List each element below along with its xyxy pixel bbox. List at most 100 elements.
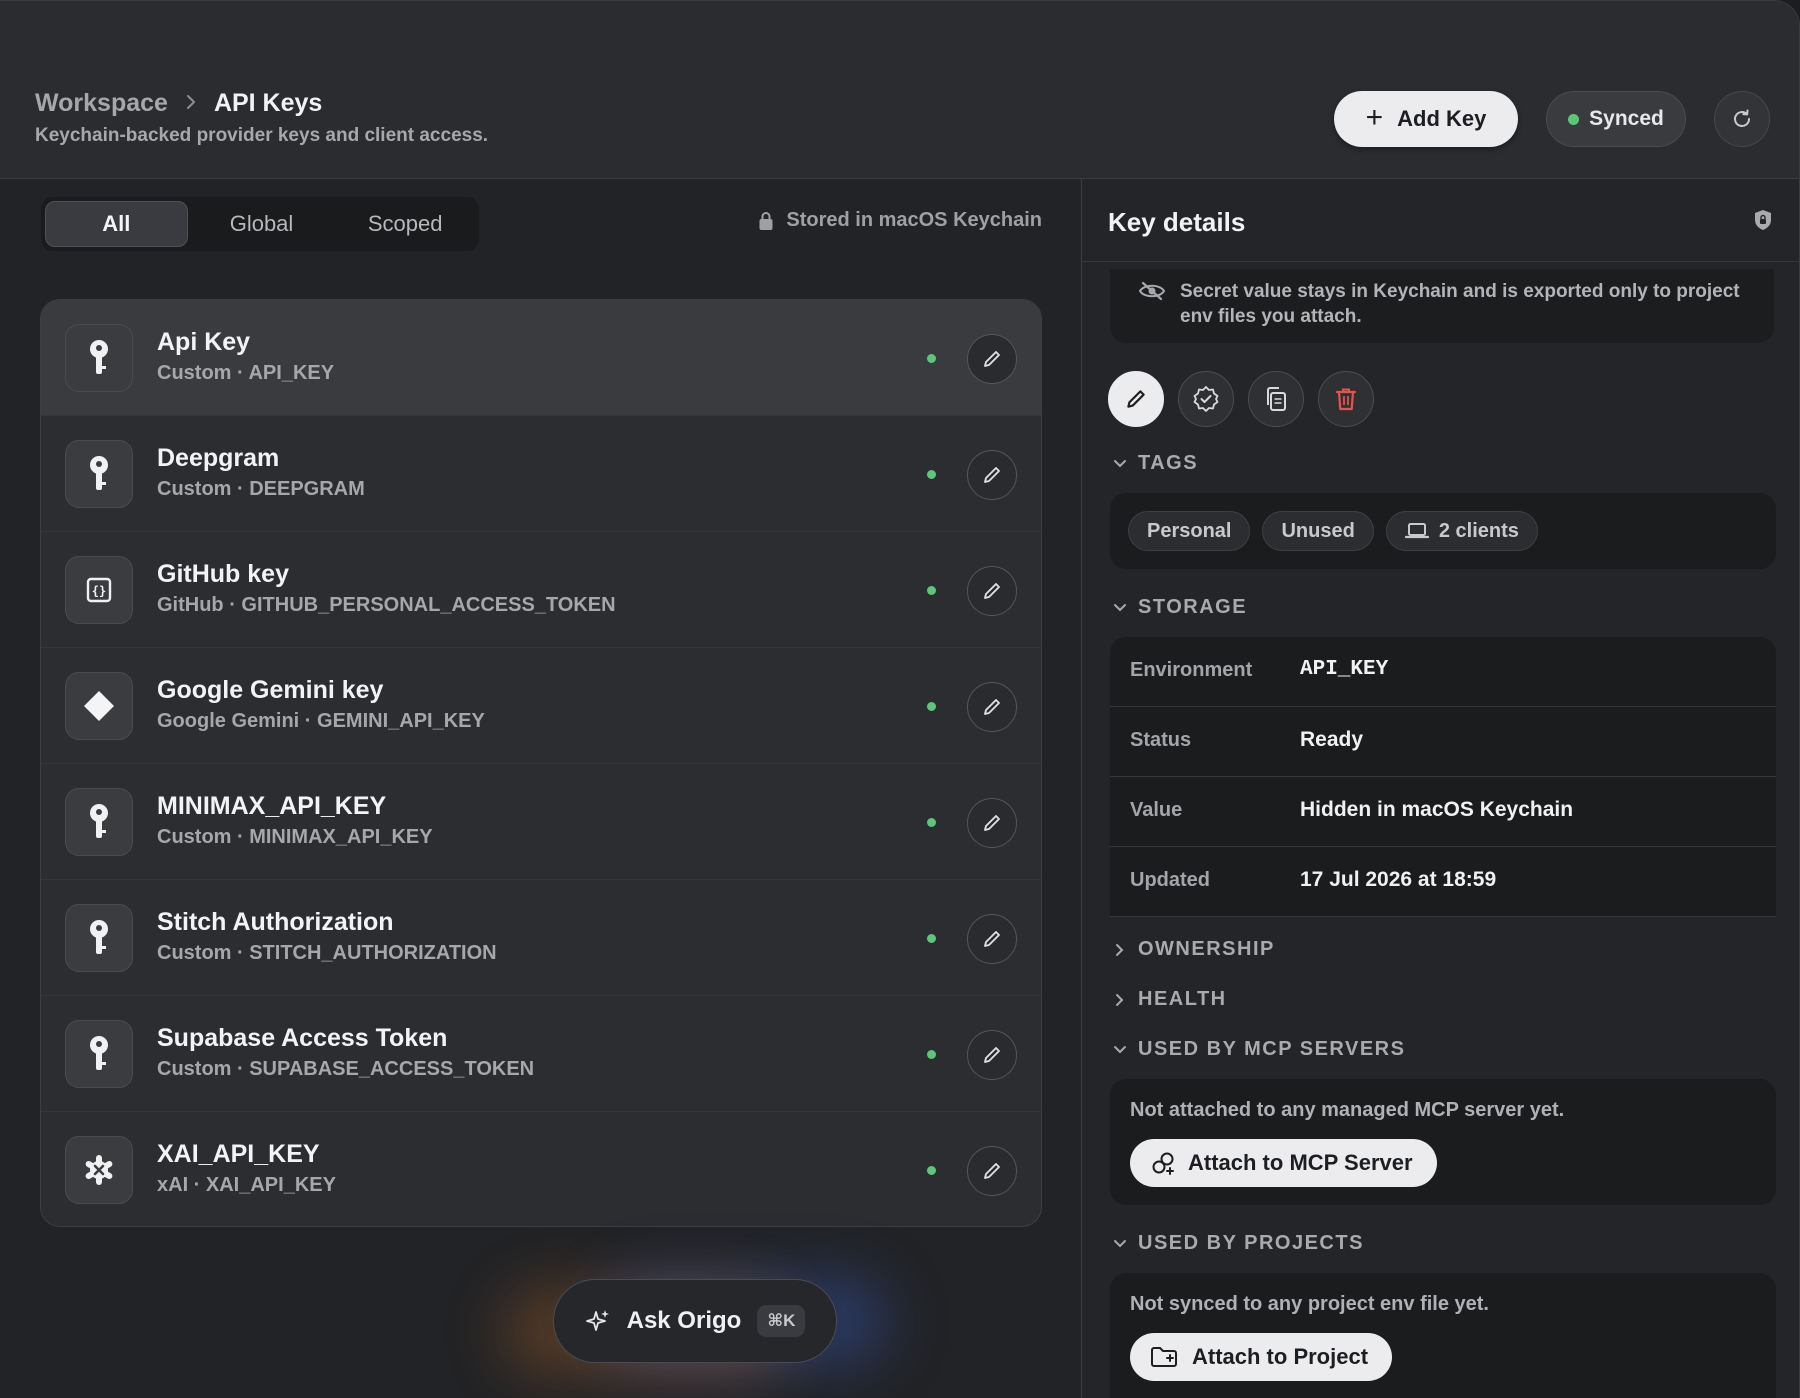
- tag-chip-clients[interactable]: 2 clients: [1385, 511, 1538, 551]
- chevron-right-icon: [1112, 942, 1128, 958]
- divider: [1082, 261, 1799, 262]
- section-health-header[interactable]: HEALTH: [1112, 988, 1227, 1011]
- section-tags-header[interactable]: TAGS: [1112, 452, 1198, 475]
- attach-mcp-label: Attach to MCP Server: [1188, 1150, 1413, 1175]
- section-ownership-header[interactable]: OWNERSHIP: [1112, 938, 1275, 961]
- copy-button[interactable]: [1248, 371, 1304, 427]
- list-item[interactable]: MINIMAX_API_KEY Custom · MINIMAX_API_KEY: [41, 764, 1041, 880]
- notice-text: Secret value stays in Keychain and is ex…: [1180, 281, 1740, 327]
- storage-value: Hidden in macOS Keychain: [1300, 798, 1574, 821]
- verify-button[interactable]: [1178, 371, 1234, 427]
- storage-note-label: Stored in macOS Keychain: [786, 209, 1042, 231]
- storage-row: Value Hidden in macOS Keychain: [1110, 777, 1776, 847]
- ask-origo-button[interactable]: Ask Origo ⌘K: [553, 1279, 837, 1363]
- edit-key-button[interactable]: [967, 450, 1017, 500]
- key-subtitle: Custom · MINIMAX_API_KEY: [157, 826, 433, 848]
- edit-key-button[interactable]: [967, 1030, 1017, 1080]
- storage-card: Environment API_KEY Status Ready Value H…: [1110, 637, 1776, 917]
- tab-all[interactable]: All: [45, 201, 188, 247]
- eye-off-icon: [1138, 281, 1166, 306]
- sync-status-button[interactable]: Synced: [1546, 91, 1686, 147]
- list-item[interactable]: Deepgram Custom · DEEPGRAM: [41, 416, 1041, 532]
- storage-row: Updated 17 Jul 2026 at 18:59: [1110, 847, 1776, 917]
- page-subtitle: Keychain-backed provider keys and client…: [35, 125, 489, 146]
- section-storage-header[interactable]: STORAGE: [1112, 596, 1247, 619]
- badge-check-icon: [1193, 386, 1219, 412]
- github-icon: {}: [65, 556, 133, 624]
- edit-key-button[interactable]: [967, 566, 1017, 616]
- list-item[interactable]: Stitch Authorization Custom · STITCH_AUT…: [41, 880, 1041, 996]
- pencil-icon: [984, 931, 1000, 947]
- list-item[interactable]: Api Key Custom · API_KEY: [41, 300, 1041, 416]
- key-icon: [65, 788, 133, 856]
- storage-value: API_KEY: [1300, 658, 1389, 681]
- pencil-icon: [984, 351, 1000, 367]
- pencil-icon: [984, 699, 1000, 715]
- tab-scoped[interactable]: Scoped: [335, 201, 475, 247]
- tags-card: Personal Unused 2 clients: [1110, 493, 1776, 569]
- edit-key-button[interactable]: [967, 682, 1017, 732]
- tab-global[interactable]: Global: [188, 201, 336, 247]
- list-item[interactable]: Supabase Access Token Custom · SUPABASE_…: [41, 996, 1041, 1112]
- key-subtitle: Custom · DEEPGRAM: [157, 478, 365, 500]
- list-item[interactable]: XAI_API_KEY xAI · XAI_API_KEY: [41, 1112, 1041, 1226]
- refresh-button[interactable]: [1714, 91, 1770, 147]
- scope-filter: All Global Scoped: [41, 197, 479, 251]
- pencil-icon: [984, 815, 1000, 831]
- section-projects-header[interactable]: USED BY PROJECTS: [1112, 1232, 1364, 1255]
- chevron-right-icon: [1112, 992, 1128, 1008]
- list-item[interactable]: {} GitHub key GitHub · GITHUB_PERSONAL_A…: [41, 532, 1041, 648]
- pencil-icon: [984, 467, 1000, 483]
- chevron-down-icon: [1112, 1044, 1128, 1056]
- storage-label: Status: [1130, 729, 1192, 751]
- status-dot-icon: [927, 1050, 936, 1059]
- shortcut-badge: ⌘K: [757, 1305, 806, 1337]
- key-icon: [65, 324, 133, 392]
- pencil-icon: [984, 1047, 1000, 1063]
- page-title: API Keys: [213, 89, 323, 117]
- storage-value: 17 Jul 2026 at 18:59: [1300, 868, 1497, 891]
- page-header: Workspace API Keys Keychain-backed provi…: [0, 1, 1799, 179]
- edit-key-button[interactable]: [967, 798, 1017, 848]
- trash-icon: [1335, 388, 1357, 411]
- key-subtitle: Custom · API_KEY: [157, 362, 335, 384]
- edit-key-button[interactable]: [967, 914, 1017, 964]
- breadcrumb-workspace[interactable]: Workspace: [35, 89, 168, 118]
- delete-button[interactable]: [1318, 371, 1374, 427]
- list-item[interactable]: Google Gemini key Google Gemini · GEMINI…: [41, 648, 1041, 764]
- storage-label: Value: [1130, 799, 1183, 821]
- storage-row: Environment API_KEY: [1110, 637, 1776, 707]
- storage-row: Status Ready: [1110, 707, 1776, 777]
- key-details-pane: Key details Secret value stays in Keycha…: [1081, 179, 1799, 1398]
- tag-chip[interactable]: Unused: [1262, 511, 1374, 551]
- mcp-empty-text: Not attached to any managed MCP server y…: [1130, 1099, 1565, 1121]
- attach-mcp-button[interactable]: Attach to MCP Server: [1130, 1139, 1437, 1187]
- storage-value: Ready: [1300, 728, 1364, 751]
- keys-list: Api Key Custom · API_KEY Deepgram Custom…: [40, 299, 1042, 1227]
- chevron-down-icon: [1112, 602, 1128, 614]
- status-dot-icon: [927, 1166, 936, 1175]
- add-key-button[interactable]: + Add Key: [1334, 91, 1518, 147]
- laptop-icon: [1404, 523, 1429, 539]
- tag-label: 2 clients: [1438, 519, 1519, 542]
- attach-project-label: Attach to Project: [1192, 1344, 1369, 1369]
- key-icon: [65, 440, 133, 508]
- attach-project-button[interactable]: Attach to Project: [1130, 1333, 1393, 1381]
- status-dot-icon: [927, 470, 936, 479]
- key-title: Deepgram: [157, 444, 280, 472]
- chevron-down-icon: [1112, 1238, 1128, 1250]
- diamond-icon: [65, 672, 133, 740]
- edit-button[interactable]: [1108, 371, 1164, 427]
- key-icon: [65, 904, 133, 972]
- edit-key-button[interactable]: [967, 1146, 1017, 1196]
- section-mcp-header[interactable]: USED BY MCP SERVERS: [1112, 1038, 1405, 1061]
- link-icon: [1152, 1152, 1174, 1175]
- tag-chip[interactable]: Personal: [1128, 511, 1251, 551]
- pencil-icon: [984, 583, 1000, 599]
- projects-empty-text: Not synced to any project env file yet.: [1130, 1293, 1489, 1315]
- chevron-right-icon: [182, 91, 200, 117]
- edit-key-button[interactable]: [967, 334, 1017, 384]
- copy-icon: [1267, 387, 1286, 411]
- sparkle-icon: [585, 1310, 609, 1331]
- svg-text:{}: {}: [92, 584, 106, 598]
